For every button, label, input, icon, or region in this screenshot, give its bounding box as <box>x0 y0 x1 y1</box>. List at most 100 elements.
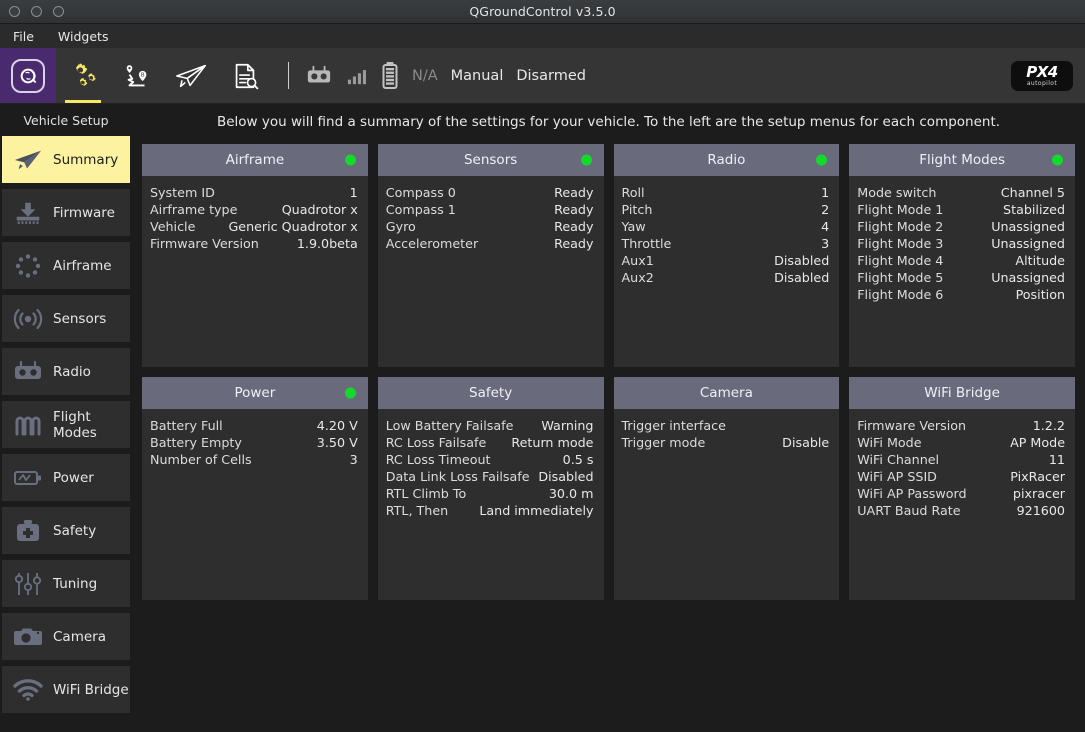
toolbar-fly-button[interactable] <box>164 48 218 103</box>
summary-row-key: Pitch <box>622 201 653 218</box>
summary-row: Airframe typeQuadrotor x <box>150 201 358 218</box>
summary-row: Flight Mode 3Unassigned <box>857 235 1065 252</box>
summary-row: Mode switchChannel 5 <box>857 184 1065 201</box>
panel-body: Trigger interfaceTrigger modeDisable <box>614 409 840 600</box>
summary-row-value: 3.50 V <box>317 434 358 451</box>
summary-row-key: Low Battery Failsafe <box>386 417 514 434</box>
summary-row-key: RC Loss Failsafe <box>386 434 487 451</box>
summary-panel-wifi-bridge[interactable]: WiFi BridgeFirmware Version1.2.2WiFi Mod… <box>849 377 1075 600</box>
summary-row-key: Firmware Version <box>857 417 966 434</box>
armed-state-indicator[interactable]: Disarmed <box>516 68 586 84</box>
summary-row-value: pixracer <box>1013 485 1065 502</box>
sidebar-item-airframe[interactable]: Airframe <box>2 242 130 289</box>
sidebar-item-label: Radio <box>53 364 91 380</box>
summary-row-key: Flight Mode 4 <box>857 252 943 269</box>
sidebar-item-flight-modes[interactable]: Flight Modes <box>2 401 130 448</box>
summary-row: Flight Mode 6Position <box>857 286 1065 303</box>
menu-file[interactable]: File <box>10 27 37 46</box>
sidebar-item-wifi-bridge[interactable]: WiFi Bridge <box>2 666 130 713</box>
summary-row: WiFi AP Password pixracer <box>857 485 1065 502</box>
summary-row-value: AP Mode <box>1010 434 1065 451</box>
summary-row: Compass 1Ready <box>386 201 594 218</box>
battery-value: N/A <box>412 68 438 84</box>
summary-panel-power[interactable]: PowerBattery Full4.20 VBattery Empty3.50… <box>142 377 368 600</box>
panel-header: Radio <box>614 144 840 176</box>
first-aid-kit-icon <box>11 515 45 547</box>
status-ok-indicator <box>581 155 592 166</box>
window-close-button[interactable] <box>9 6 20 17</box>
summary-row-value: Warning <box>541 417 593 434</box>
summary-row: WiFi Mode AP Mode <box>857 434 1065 451</box>
summary-row: RC Loss FailsafeReturn mode <box>386 434 594 451</box>
sidebar-item-tuning[interactable]: Tuning <box>2 560 130 607</box>
panel-body: Firmware Version1.2.2WiFi ModeAP ModeWiF… <box>849 409 1075 600</box>
waypoints-icon: B <box>122 61 152 91</box>
panel-title: WiFi Bridge <box>924 385 1000 401</box>
summary-row: Battery Empty3.50 V <box>150 434 358 451</box>
px4-logo-title: PX4 <box>1026 65 1058 80</box>
summary-panel-flight-modes[interactable]: Flight ModesMode switchChannel 5Flight M… <box>849 144 1075 367</box>
summary-row: WiFi AP SSIDPixRacer <box>857 468 1065 485</box>
status-ok-indicator <box>816 155 827 166</box>
window-maximize-button[interactable] <box>53 6 64 17</box>
summary-panel-radio[interactable]: RadioRoll1Pitch2Yaw4Throttle3Aux1Disable… <box>614 144 840 367</box>
sidebar-item-radio[interactable]: Radio <box>2 348 130 395</box>
sidebar-item-summary[interactable]: Summary <box>2 136 130 183</box>
sidebar-item-power[interactable]: Power <box>2 454 130 501</box>
flight-mode-indicator[interactable]: Manual <box>451 68 504 84</box>
panel-title: Flight Modes <box>919 152 1005 168</box>
summary-row-value: 1 <box>821 184 829 201</box>
summary-panel-camera[interactable]: CameraTrigger interfaceTrigger modeDisab… <box>614 377 840 600</box>
toolbar-analyze-button[interactable] <box>218 48 272 103</box>
summary-row-value: Channel 5 <box>1001 184 1065 201</box>
summary-panel-safety[interactable]: SafetyLow Battery FailsafeWarningRC Loss… <box>378 377 604 600</box>
summary-row-value: Quadrotor x <box>282 201 358 218</box>
toolbar-settings-button[interactable] <box>56 48 110 103</box>
summary-row-value: 11 <box>1049 451 1065 468</box>
summary-row-key: Flight Mode 2 <box>857 218 943 235</box>
svg-text:B: B <box>141 72 145 78</box>
summary-row: Flight Mode 1Stabilized <box>857 201 1065 218</box>
window-controls <box>0 6 64 17</box>
panel-title: Airframe <box>226 152 285 168</box>
panel-title: Power <box>234 385 275 401</box>
menu-widgets[interactable]: Widgets <box>55 27 112 46</box>
summary-row-value: Unassigned <box>991 269 1065 286</box>
summary-row-key: WiFi Mode <box>857 434 921 451</box>
summary-panel-grid: Airframe System ID1Airframe typeQuadrotor… <box>142 144 1075 600</box>
rc-transmitter-icon[interactable] <box>305 63 333 89</box>
summary-row-key: WiFi Channel <box>857 451 939 468</box>
sidebar-item-camera[interactable]: Camera <box>2 613 130 660</box>
summary-row-key: Compass 0 <box>386 184 456 201</box>
summary-panel-airframe[interactable]: Airframe System ID1Airframe typeQuadrotor… <box>142 144 368 367</box>
summary-row-value: 921600 <box>1017 502 1065 519</box>
summary-row-value: PixRacer <box>1010 468 1065 485</box>
sidebar-item-safety[interactable]: Safety <box>2 507 130 554</box>
summary-row: Compass 0Ready <box>386 184 594 201</box>
summary-panel-sensors[interactable]: SensorsCompass 0ReadyCompass 1ReadyGyroR… <box>378 144 604 367</box>
summary-row-key: WiFi AP Password <box>857 485 966 502</box>
summary-row-value: 4 <box>821 218 829 235</box>
summary-row: WiFi Channel 11 <box>857 451 1065 468</box>
summary-row-value: Generic Quadrotor x <box>228 218 357 235</box>
summary-row-key: Yaw <box>622 218 646 235</box>
window-minimize-button[interactable] <box>31 6 42 17</box>
signal-bars-icon[interactable] <box>346 66 368 86</box>
menu-bar: File Widgets <box>0 24 1085 48</box>
summary-row-key: Roll <box>622 184 645 201</box>
status-ok-indicator <box>345 388 356 399</box>
battery-icon[interactable] <box>381 61 399 91</box>
summary-row-key: Throttle <box>622 235 672 252</box>
summary-row: Trigger interface <box>622 417 830 434</box>
toolbar-plan-button[interactable]: B <box>110 48 164 103</box>
summary-row: Low Battery Failsafe Warning <box>386 417 594 434</box>
summary-row: Flight Mode 2Unassigned <box>857 218 1065 235</box>
sidebar-item-label: Safety <box>53 523 96 539</box>
summary-row: Trigger modeDisable <box>622 434 830 451</box>
sidebar-item-firmware[interactable]: Firmware <box>2 189 130 236</box>
panel-body: System ID1Airframe typeQuadrotor xVehicl… <box>142 176 368 367</box>
sidebar-item-sensors[interactable]: Sensors <box>2 295 130 342</box>
qgc-logo-button[interactable] <box>0 48 56 103</box>
summary-row-key: Trigger interface <box>622 417 726 434</box>
summary-row: GyroReady <box>386 218 594 235</box>
